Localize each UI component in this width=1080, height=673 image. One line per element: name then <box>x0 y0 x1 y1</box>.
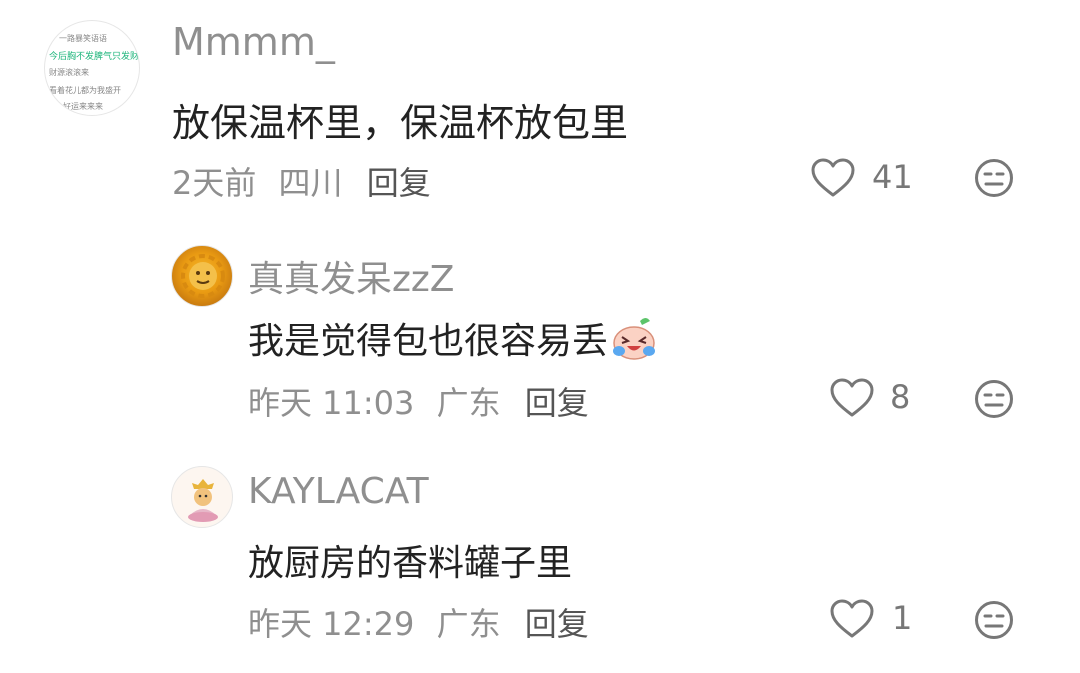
avatar[interactable] <box>171 245 233 307</box>
heart-outline-icon[interactable] <box>830 599 874 639</box>
comment-meta: 2天前 四川 回复 <box>172 158 431 204</box>
heart-outline-icon[interactable] <box>830 378 874 418</box>
like-count: 8 <box>890 378 911 416</box>
like-count: 1 <box>892 599 913 637</box>
crying-laughing-emoji-icon <box>613 318 656 360</box>
comment-author[interactable]: KAYLACAT <box>248 471 429 512</box>
reply-button[interactable]: 回复 <box>367 164 431 202</box>
comment-author[interactable]: 真真发呆zzZ <box>248 250 454 302</box>
avatar[interactable]: 一路暴笑语语 今后胸不发脾气只发财 财源滚滚来 看着花儿都为我盛开 好运来来来 <box>44 20 140 116</box>
comment-meta: 昨天 12:29 广东 回复 <box>248 599 589 645</box>
heart-outline-icon[interactable] <box>811 158 855 198</box>
neutral-face-icon[interactable] <box>974 600 1014 640</box>
comment-text: 放保温杯里，保温杯放包里 <box>172 101 629 145</box>
reply-button[interactable]: 回复 <box>525 384 589 422</box>
comment-location: 广东 <box>436 384 501 422</box>
like-count: 41 <box>872 158 913 196</box>
avatar-image <box>181 254 225 298</box>
comment-text: 我是觉得包也很容易丢 <box>248 312 658 364</box>
neutral-face-icon[interactable] <box>974 158 1014 198</box>
comment-meta: 昨天 11:03 广东 回复 <box>248 378 589 424</box>
comment-location: 四川 <box>278 164 343 202</box>
comment-text: 放厨房的香料罐子里 <box>248 543 573 584</box>
comment-location: 广东 <box>436 605 501 643</box>
avatar-text-line: 看着花儿都为我盛开 <box>49 86 121 95</box>
reply-button[interactable]: 回复 <box>525 605 589 643</box>
comment-time: 2天前 <box>172 164 257 202</box>
comment-author[interactable]: Mmmm_ <box>172 20 335 64</box>
avatar-image <box>188 479 218 522</box>
neutral-face-icon[interactable] <box>974 379 1014 419</box>
avatar-text-line: 好运来来来 <box>63 102 103 111</box>
comment-time: 昨天 11:03 <box>248 384 415 422</box>
avatar-text-line: 财源滚滚来 <box>49 68 89 77</box>
comment-text-content: 我是觉得包也很容易丢 <box>248 321 609 362</box>
comment-time: 昨天 12:29 <box>248 605 415 643</box>
avatar-text-line: 一路暴笑语语 <box>59 34 107 43</box>
avatar-text-line: 今后胸不发脾气只发财 <box>49 52 140 62</box>
avatar[interactable] <box>171 466 233 528</box>
